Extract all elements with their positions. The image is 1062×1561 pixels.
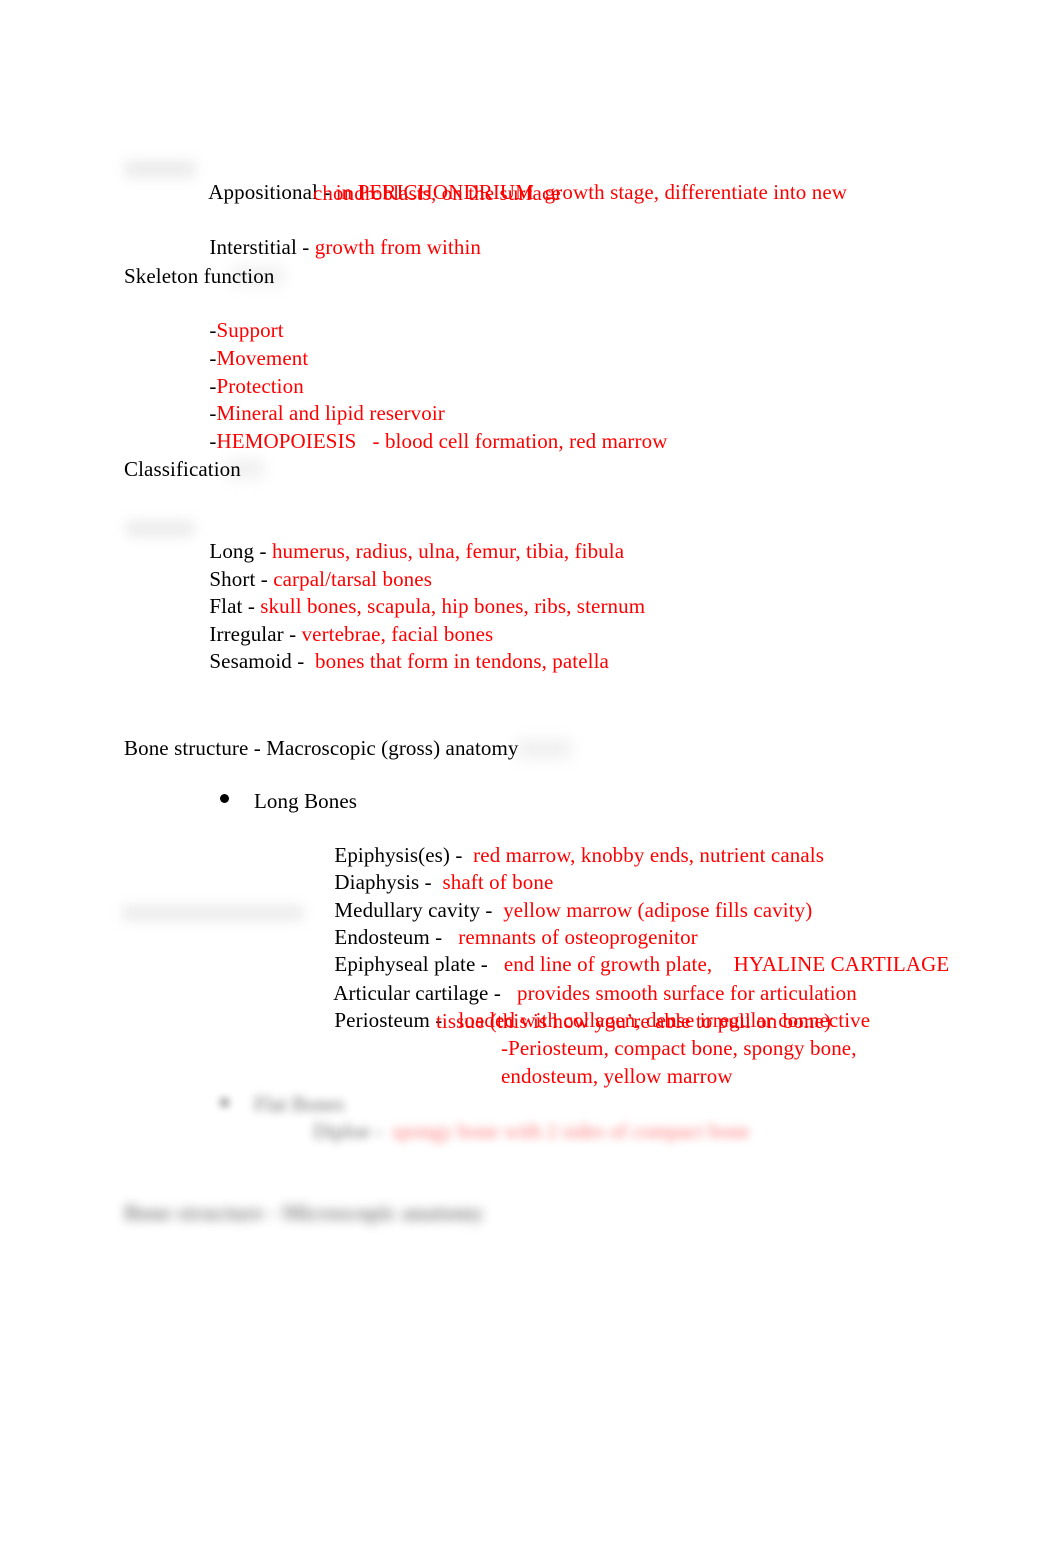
margin-smudge-long: [122, 905, 304, 921]
long-bones-label: Long Bones: [254, 789, 358, 813]
classification-term: Sesamoid -: [209, 649, 310, 673]
document-page: Appositional - in PERICHONDRIUM growth s…: [0, 0, 1062, 1561]
heading-smudge-bone-structure: [516, 739, 572, 759]
skeleton-function-label: HEMOPOIESIS: [216, 429, 357, 453]
bullet-icon: [220, 794, 229, 803]
periosteum-cont-2: -Periosteum, compact bone, spongy bone,: [501, 1036, 857, 1060]
classification-value: bones that form in tendons, patella: [309, 649, 609, 673]
long-bone-term: Periosteum -: [334, 1008, 448, 1032]
interstitial-term: Interstitial -: [209, 235, 315, 259]
bone-structure-micro-heading-blurred: Bone structure - Microscopic anatomy: [124, 1200, 484, 1225]
periosteum-cont-1: tissue (this is how you’re able to pull …: [436, 1009, 831, 1033]
skeleton-function-item: -HEMOPOIESIS - blood cell formation, red…: [188, 401, 667, 482]
skeleton-function-note: - blood cell formation, red marrow: [356, 429, 668, 453]
skeleton-function-heading: Skeleton function: [124, 264, 275, 288]
margin-smudge-2: [126, 520, 194, 537]
classification-heading: Classification: [124, 457, 241, 481]
interstitial-definition: growth from within: [314, 235, 482, 259]
margin-smudge-1: [124, 160, 196, 178]
diploe-value-blurred: spongy bone with 2 sides of compact bone: [392, 1119, 750, 1143]
diploe-term-blurred: Diploe -: [313, 1119, 388, 1143]
list-dash: -: [209, 429, 217, 453]
bullet-icon: [220, 1098, 229, 1107]
periosteum-cont-3: endosteum, yellow marrow: [501, 1064, 733, 1088]
flat-bones-label-blurred: Flat Bones: [254, 1092, 345, 1116]
classification-row: Sesamoid - bones that form in tendons, p…: [188, 621, 609, 702]
appositional-definition-cont: chondroblasts, on the surface: [313, 181, 561, 205]
bone-structure-macro-heading: Bone structure - Macroscopic (gross) ana…: [124, 736, 519, 760]
